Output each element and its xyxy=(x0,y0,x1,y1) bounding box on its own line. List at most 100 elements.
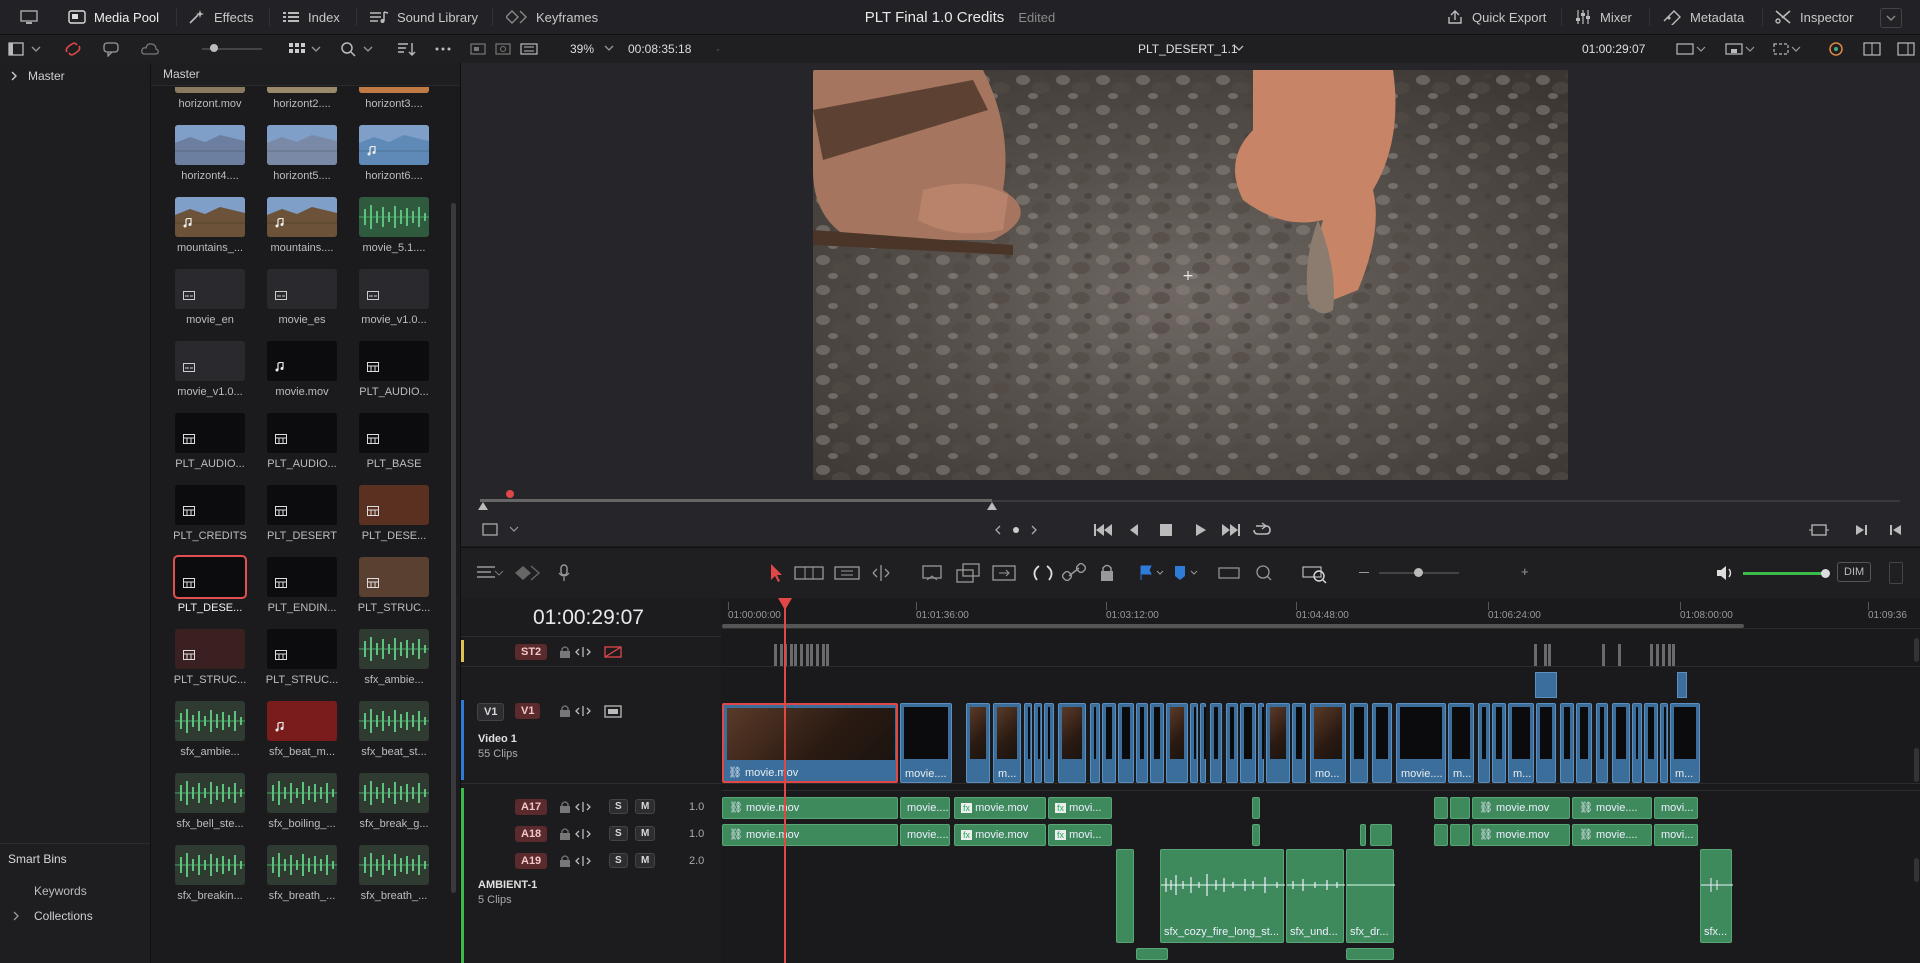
video-clip[interactable] xyxy=(1240,703,1256,783)
pool-clip[interactable]: PLT_AUDIO... xyxy=(165,413,255,470)
sound-library-button[interactable]: Sound Library xyxy=(369,0,478,34)
track-v1-label[interactable]: V1 xyxy=(515,703,541,719)
audio-clip-a17[interactable]: fx movie.mov xyxy=(954,797,1046,819)
mute-a17-button[interactable]: M xyxy=(635,799,656,814)
video-clip[interactable] xyxy=(1596,703,1608,783)
ambient-clip[interactable] xyxy=(1346,948,1394,960)
subtitle-clip[interactable] xyxy=(790,644,793,666)
pool-clip[interactable]: PLT_STRUC... xyxy=(165,629,255,686)
subtitle-clip[interactable] xyxy=(774,644,777,666)
pool-clip[interactable]: PLT_DESE... xyxy=(349,485,439,542)
timeline-zoom-handle[interactable] xyxy=(1414,568,1423,577)
volume-slider[interactable] xyxy=(1743,572,1823,575)
track-scrollbar[interactable] xyxy=(1914,748,1919,782)
video-clip[interactable] xyxy=(1102,703,1116,783)
video-clip[interactable] xyxy=(1190,703,1198,783)
video-clip[interactable] xyxy=(1226,703,1238,783)
pool-clip[interactable]: PLT_STRUC... xyxy=(257,629,347,686)
v1-destination-button[interactable]: V1 xyxy=(477,703,505,721)
pool-clip[interactable]: movie_5.1.... xyxy=(349,197,439,254)
match-frame-icon[interactable] xyxy=(1809,524,1829,536)
video-clip[interactable] xyxy=(1292,703,1306,783)
pool-scrollbar[interactable] xyxy=(451,203,456,893)
track-st2-label[interactable]: ST2 xyxy=(515,644,548,660)
video-clip[interactable] xyxy=(1372,703,1392,783)
go-to-start-icon[interactable] xyxy=(1094,524,1112,536)
workspace-icon[interactable] xyxy=(20,0,38,34)
video-clip[interactable]: m... xyxy=(1448,703,1474,783)
keywords-bin[interactable]: Keywords xyxy=(34,884,87,898)
subtitle-clip[interactable] xyxy=(1548,644,1551,666)
audio-clip-a17[interactable]: ⛓ movie.... xyxy=(1572,797,1652,819)
video-clip[interactable] xyxy=(1024,703,1032,783)
pool-clip[interactable]: horizont4.... xyxy=(165,125,255,182)
pool-clip[interactable]: horizont6.... xyxy=(349,125,439,182)
ambient-clip[interactable]: sfx_cozy_fire_long_st... xyxy=(1160,849,1285,943)
video-clip[interactable] xyxy=(1258,703,1264,783)
dynamic-trim-icon[interactable] xyxy=(834,566,860,580)
video-clip[interactable] xyxy=(1118,703,1134,783)
pool-clip[interactable]: horizont5.... xyxy=(257,125,347,182)
audio-clip-a17[interactable]: ⛓ movie.mov xyxy=(722,797,898,819)
grid-view-icon[interactable] xyxy=(288,41,322,60)
pool-clip[interactable]: movie.mov xyxy=(257,341,347,398)
video-clip[interactable]: mo... xyxy=(1310,703,1346,783)
video-clip[interactable] xyxy=(1090,703,1100,783)
audio-clip-a18[interactable] xyxy=(1370,824,1392,846)
ambient-track-name[interactable]: AMBIENT-1 xyxy=(478,879,537,891)
replace-clip-icon[interactable] xyxy=(992,565,1016,581)
blade-tool-icon[interactable] xyxy=(872,565,890,581)
viewer-playhead[interactable] xyxy=(506,490,514,498)
video-clip[interactable] xyxy=(1034,703,1042,783)
video-clip[interactable]: movie.... xyxy=(1396,703,1446,783)
out-point-marker[interactable] xyxy=(987,502,997,510)
audio-clip-a17[interactable]: movi... xyxy=(1654,797,1698,819)
video-track-v2-clip[interactable] xyxy=(1677,672,1687,698)
index-button[interactable]: Index xyxy=(282,0,340,34)
video-clip[interactable] xyxy=(1266,703,1290,783)
chevron-down-icon[interactable] xyxy=(1234,45,1244,53)
next-edit-icon[interactable] xyxy=(1856,525,1867,535)
subtitle-clip[interactable] xyxy=(1534,644,1537,666)
ambient-clip[interactable]: sfx_dr... xyxy=(1346,849,1395,943)
video-clip[interactable] xyxy=(1166,703,1188,783)
subtitle-clip[interactable] xyxy=(1662,644,1665,666)
mute-a19-button[interactable]: M xyxy=(635,853,656,868)
thumbnail-size-handle[interactable] xyxy=(210,44,218,52)
video-clip[interactable] xyxy=(1200,703,1206,783)
insert-clip-icon[interactable] xyxy=(922,565,942,581)
video-clip[interactable] xyxy=(1612,703,1630,783)
subtitle-clip[interactable] xyxy=(816,644,819,666)
video-clip[interactable]: m... xyxy=(993,703,1021,783)
timeline-range-bar[interactable] xyxy=(722,624,1744,628)
trim-tool-icon[interactable] xyxy=(794,566,824,580)
subtitle-clip[interactable] xyxy=(1618,644,1621,666)
pool-clip[interactable]: sfx_ambie... xyxy=(165,701,255,758)
audio-clip-a17[interactable]: movie.... xyxy=(900,797,950,819)
subtitle-clip[interactable] xyxy=(1668,644,1671,666)
pool-clip[interactable]: PLT_ENDIN... xyxy=(257,557,347,614)
pool-clip[interactable]: sfx_breakin... xyxy=(165,845,255,902)
subtitle-clip[interactable] xyxy=(1544,644,1547,666)
zoom-full-icon[interactable] xyxy=(1218,567,1240,579)
subtitle-clip[interactable] xyxy=(800,644,803,666)
video-enable-icon[interactable] xyxy=(604,705,622,718)
pool-clip[interactable]: sfx_bell_ste... xyxy=(165,773,255,830)
clip-name-dropdown[interactable]: PLT_DESERT_1.1 xyxy=(1138,42,1238,56)
in-point-marker[interactable] xyxy=(478,502,488,510)
pool-clip[interactable]: PLT_AUDIO... xyxy=(257,413,347,470)
audio-clip-a17[interactable] xyxy=(1434,797,1448,819)
pool-clip[interactable]: PLT_STRUC... xyxy=(349,557,439,614)
flag-icon[interactable] xyxy=(1140,565,1164,580)
video-clip[interactable]: m... xyxy=(1508,703,1534,783)
marker-icon[interactable] xyxy=(1175,566,1198,580)
lock-icon[interactable] xyxy=(560,828,570,840)
track-scrollbar[interactable] xyxy=(1914,858,1919,882)
pool-clip[interactable]: horizont3.... xyxy=(349,87,439,110)
video1-track-name[interactable]: Video 1 xyxy=(478,733,517,745)
zoom-out-icon[interactable] xyxy=(1359,572,1369,573)
comment-icon[interactable] xyxy=(102,41,120,60)
ambient-clip[interactable]: sfx_und... xyxy=(1286,849,1345,943)
video-clip[interactable] xyxy=(1044,703,1054,783)
timeline-timecode[interactable]: 01:00:29:07 xyxy=(533,606,644,630)
